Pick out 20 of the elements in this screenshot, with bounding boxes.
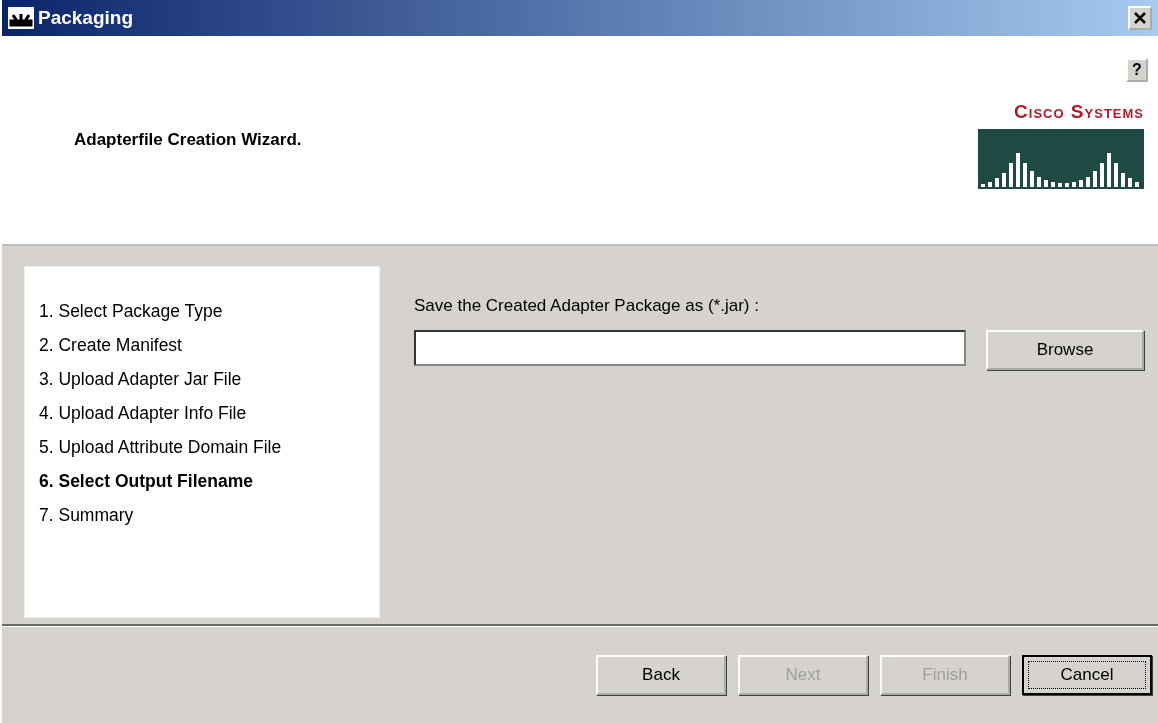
step-item: 4. Upload Adapter Info File (39, 403, 248, 424)
field-label: Save the Created Adapter Package as (*.jar) : (414, 296, 760, 316)
step-item: 7. Summary (39, 505, 135, 526)
browse-button[interactable]: Browse (986, 330, 1144, 370)
step-item: 5. Upload Attribute Domain File (39, 437, 283, 458)
wizard-title: Adapterfile Creation Wizard. (74, 130, 303, 150)
step-item: 3. Upload Adapter Jar File (39, 369, 243, 390)
wizard-button[interactable]: Back (596, 655, 726, 695)
help-button[interactable]: ? (1126, 58, 1148, 82)
filename-input[interactable] (414, 330, 966, 366)
close-icon (1134, 12, 1146, 24)
app-icon (8, 7, 34, 29)
logo-text: Cisco Systems (1014, 101, 1144, 123)
step-item: 6. Select Output Filename (39, 471, 254, 492)
wizard-button[interactable]: Cancel (1022, 655, 1152, 695)
close-button[interactable] (1128, 6, 1152, 30)
step-item: 1. Select Package Type (39, 301, 224, 322)
logo-bars-icon (978, 129, 1144, 189)
step-item: 2. Create Manifest (39, 335, 183, 356)
window-title: Packaging (38, 7, 135, 29)
